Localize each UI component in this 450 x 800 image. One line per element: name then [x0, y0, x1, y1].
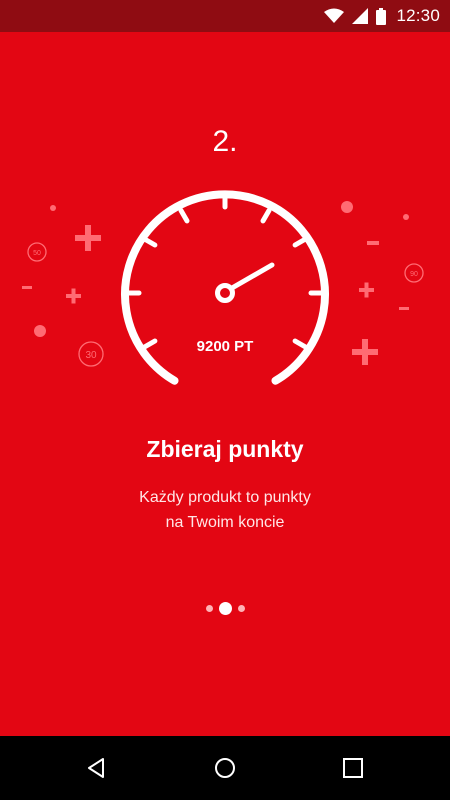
gauge-illustration: 50 30 90 9200 PT	[22, 190, 424, 385]
decor-label-90: 90	[410, 271, 418, 278]
home-icon[interactable]	[213, 756, 237, 780]
page-dot-3[interactable]	[237, 604, 245, 612]
status-icons: 12:30	[324, 0, 440, 32]
battery-icon	[376, 7, 387, 25]
step-number: 2.	[212, 125, 238, 158]
page-dot-1[interactable]	[205, 604, 213, 612]
page-dot-2-active[interactable]	[218, 601, 232, 615]
subtitle-line-2: na Twoim koncie	[165, 514, 285, 531]
onboarding-title: Zbieraj punkty	[146, 436, 304, 462]
gauge-needle	[229, 262, 275, 291]
navigation-bar	[0, 736, 450, 800]
back-icon[interactable]	[84, 756, 108, 780]
decor-left	[22, 205, 101, 337]
wifi-icon	[324, 8, 345, 24]
signal-icon	[352, 8, 369, 24]
gauge-hub	[215, 283, 235, 303]
recents-icon[interactable]	[341, 756, 365, 780]
decor-right	[341, 201, 409, 365]
subtitle-line-1: Każdy produkt to punkty	[139, 489, 311, 506]
decor-label-30: 30	[85, 350, 97, 361]
status-time: 12:30	[396, 6, 440, 25]
status-bar: 12:30	[0, 0, 450, 32]
page-indicator	[0, 600, 450, 616]
onboarding-subtitle: Każdy produkt to punkty na Twoim koncie	[75, 485, 375, 535]
gauge-value: 9200 PT	[197, 338, 254, 355]
decor-label-50: 50	[33, 250, 41, 257]
